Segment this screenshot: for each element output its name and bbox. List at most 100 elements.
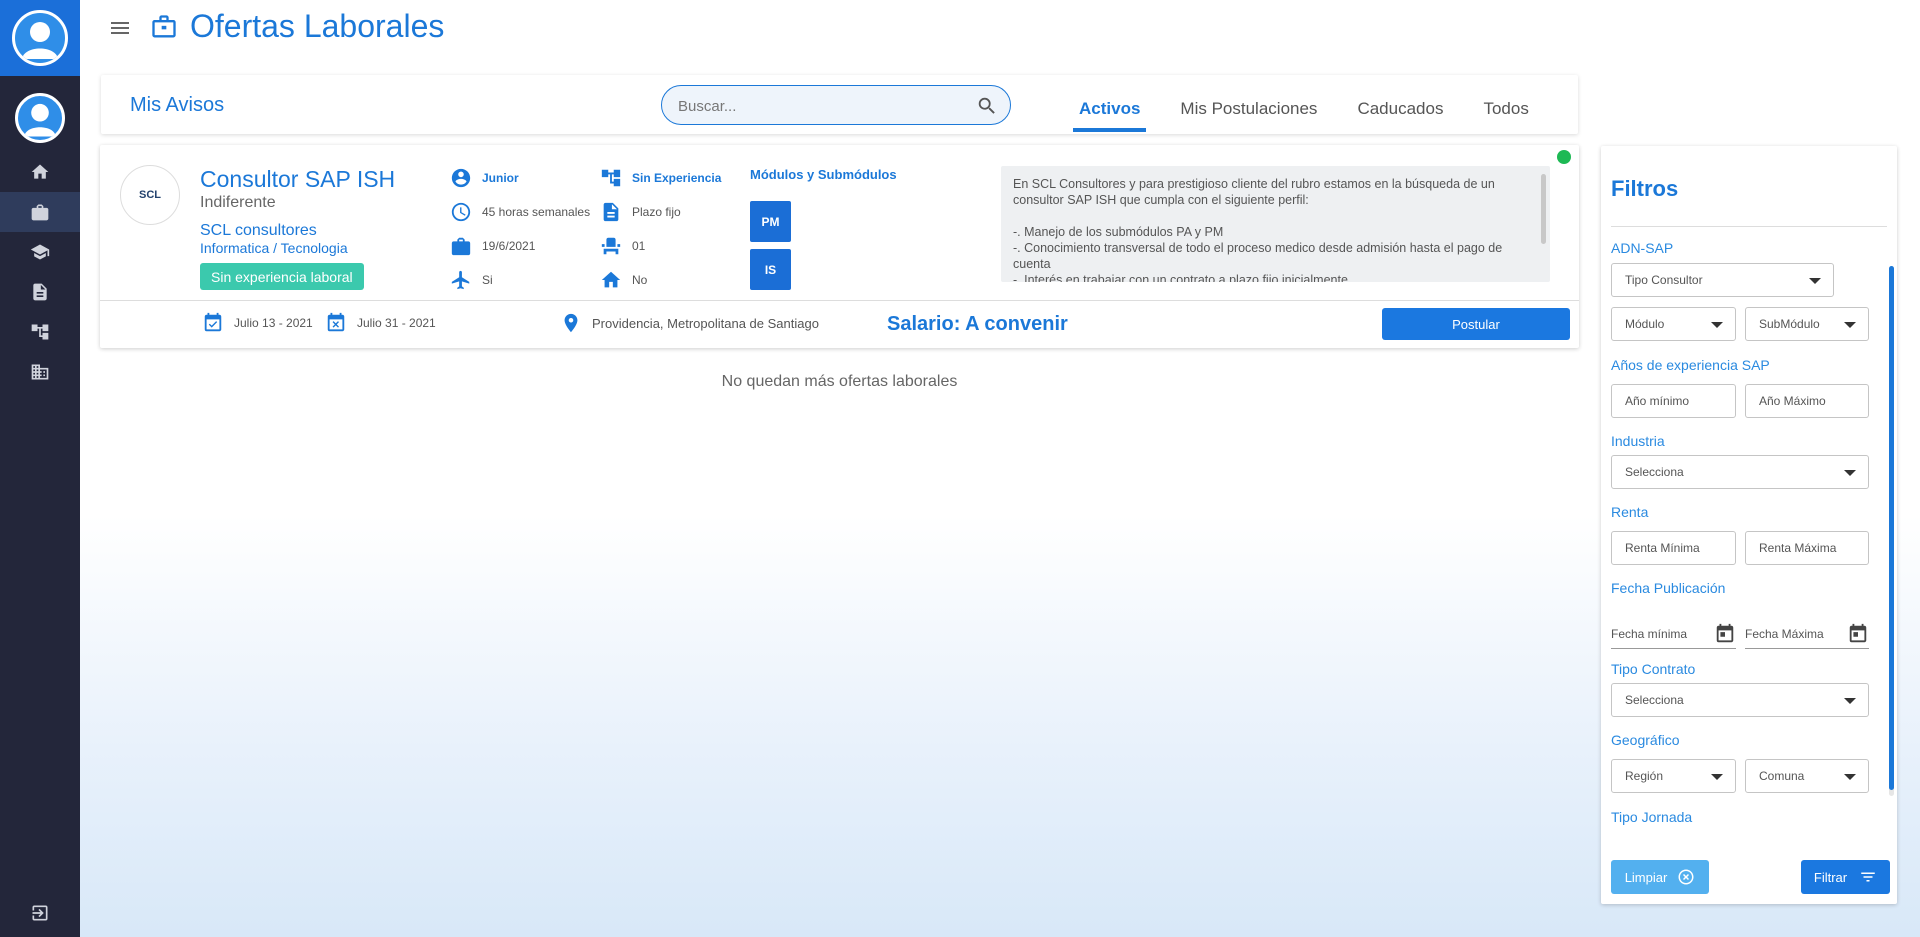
home-small-icon [601, 271, 621, 288]
job-title[interactable]: Consultor SAP ISH [200, 166, 395, 193]
experience-badge: Sin experiencia laboral [200, 263, 364, 290]
renta-minima-input[interactable]: Renta Mínima [1611, 531, 1736, 565]
sidebar-item-documents[interactable] [0, 272, 80, 312]
hamburger-icon [111, 22, 129, 34]
menu-button[interactable] [108, 16, 132, 45]
user-avatar[interactable] [12, 10, 68, 66]
sidebar-item-companies[interactable] [0, 352, 80, 392]
page-header: Ofertas Laborales [150, 8, 444, 45]
airplane-icon [451, 270, 470, 290]
description-scrollbar[interactable] [1541, 174, 1546, 244]
close-circle-icon [1678, 869, 1694, 885]
calendar-check-icon [204, 312, 222, 332]
search-box [661, 85, 1011, 125]
adn-sap-label: ADN-SAP [1611, 240, 1674, 256]
apply-filters-button[interactable]: Filtrar [1801, 860, 1890, 894]
ano-maximo-input[interactable]: Año Máximo [1745, 384, 1869, 418]
search-icon[interactable] [976, 95, 998, 117]
page-title: Ofertas Laborales [190, 8, 445, 44]
tipo-jornada-label: Tipo Jornada [1611, 809, 1693, 825]
renta-maxima-input[interactable]: Renta Máxima [1745, 531, 1869, 565]
attr-seniority: Junior [450, 167, 519, 189]
industria-select[interactable]: Selecciona [1611, 455, 1869, 489]
attr-vacancies: 01 [600, 235, 645, 257]
sidebar-item-hierarchy[interactable] [0, 312, 80, 352]
tab-todos[interactable]: Todos [1463, 75, 1548, 134]
tipo-contrato-label: Tipo Contrato [1611, 661, 1696, 677]
calendar-remove-icon [327, 312, 345, 332]
modules-title: Módulos y Submódulos [750, 167, 897, 182]
industria-label: Industria [1611, 433, 1665, 449]
renta-label: Renta [1611, 504, 1649, 520]
tipo-contrato-select[interactable]: Selecciona [1611, 683, 1869, 717]
filter-icon [1861, 872, 1875, 882]
hierarchy-icon [31, 324, 49, 340]
sidebar-item-education[interactable] [0, 232, 80, 272]
profile-avatar[interactable] [15, 93, 65, 143]
submodulo-select[interactable]: SubMódulo [1745, 307, 1869, 341]
filters-panel: Filtros ADN-SAP Tipo Consultor Módulo Su… [1601, 146, 1897, 904]
briefcase-small-icon [451, 237, 471, 256]
sidebar-item-home[interactable] [0, 152, 80, 192]
account-circle-icon [451, 168, 471, 188]
logout-icon [32, 905, 48, 921]
filters-scrollbar-thumb[interactable] [1889, 266, 1894, 790]
job-level: Indiferente [200, 194, 276, 211]
tab-mis-postulaciones[interactable]: Mis Postulaciones [1160, 75, 1337, 134]
fecha-publicacion-label: Fecha Publicación [1611, 580, 1726, 596]
company-logo: SCL [120, 165, 180, 225]
section-title: Mis Avisos [130, 94, 225, 116]
clear-filters-button[interactable]: Limpiar [1611, 860, 1709, 894]
attr-experience: Sin Experiencia [600, 167, 721, 189]
tab-caducados[interactable]: Caducados [1337, 75, 1463, 134]
attr-remote: No [600, 269, 647, 291]
fecha-minima-input[interactable]: Fecha mínima [1611, 619, 1736, 649]
sidebar-item-jobs[interactable] [0, 192, 80, 232]
company-name[interactable]: SCL consultores [200, 222, 317, 240]
search-input[interactable] [678, 95, 968, 117]
home-icon [31, 164, 49, 179]
attr-date: 19/6/2021 [450, 235, 535, 257]
ano-minimo-input[interactable]: Año mínimo [1611, 384, 1736, 418]
tab-activos[interactable]: Activos [1059, 75, 1160, 134]
logout-button[interactable] [0, 903, 80, 923]
card-divider [100, 300, 1579, 301]
salary: Salario: A convenir [887, 313, 1068, 335]
location-pin-icon [564, 313, 578, 333]
no-more-offers-message: No quedan más ofertas laborales [721, 373, 958, 390]
job-card[interactable]: SCL Consultor SAP ISH Indiferente SCL co… [100, 145, 1579, 348]
sidebar-header [0, 0, 80, 76]
attr-contract: Plazo fijo [600, 201, 681, 223]
document-icon [33, 283, 47, 301]
company-logo-text: SCL [139, 189, 161, 201]
fecha-maxima-input[interactable]: Fecha Máxima [1745, 619, 1869, 649]
job-description: En SCL Consultores y para prestigioso cl… [1001, 166, 1550, 282]
apply-button[interactable]: Postular [1382, 308, 1570, 340]
toolbar-card: Mis Avisos Activos Mis Postulaciones Cad… [101, 75, 1578, 134]
module-badge: IS [750, 249, 791, 290]
filters-divider [1611, 226, 1887, 227]
status-indicator [1557, 150, 1571, 164]
tipo-consultor-select[interactable]: Tipo Consultor [1611, 263, 1834, 297]
experiencia-label: Años de experiencia SAP [1611, 357, 1770, 373]
seat-icon [601, 237, 621, 255]
hierarchy-small-icon [601, 169, 621, 187]
comuna-select[interactable]: Comuna [1745, 759, 1869, 793]
building-icon [31, 364, 49, 380]
location: Providencia, Metropolitana de Santiago [560, 312, 819, 334]
tab-bar: Activos Mis Postulaciones Caducados Todo… [1059, 75, 1549, 134]
attr-hours: 45 horas semanales [450, 201, 590, 223]
calendar-icon[interactable] [1714, 623, 1736, 645]
region-select[interactable]: Región [1611, 759, 1736, 793]
attr-travel: Si [450, 269, 493, 291]
briefcase-outline-icon [152, 14, 176, 38]
module-badge: PM [750, 201, 791, 242]
document-small-icon [603, 202, 619, 222]
geografico-label: Geográfico [1611, 732, 1680, 748]
clock-icon [451, 202, 471, 222]
close-date: Julio 31 - 2021 [325, 312, 436, 334]
graduation-cap-icon [30, 244, 50, 260]
calendar-icon[interactable] [1847, 623, 1869, 645]
filters-title: Filtros [1611, 176, 1679, 201]
modulo-select[interactable]: Módulo [1611, 307, 1736, 341]
